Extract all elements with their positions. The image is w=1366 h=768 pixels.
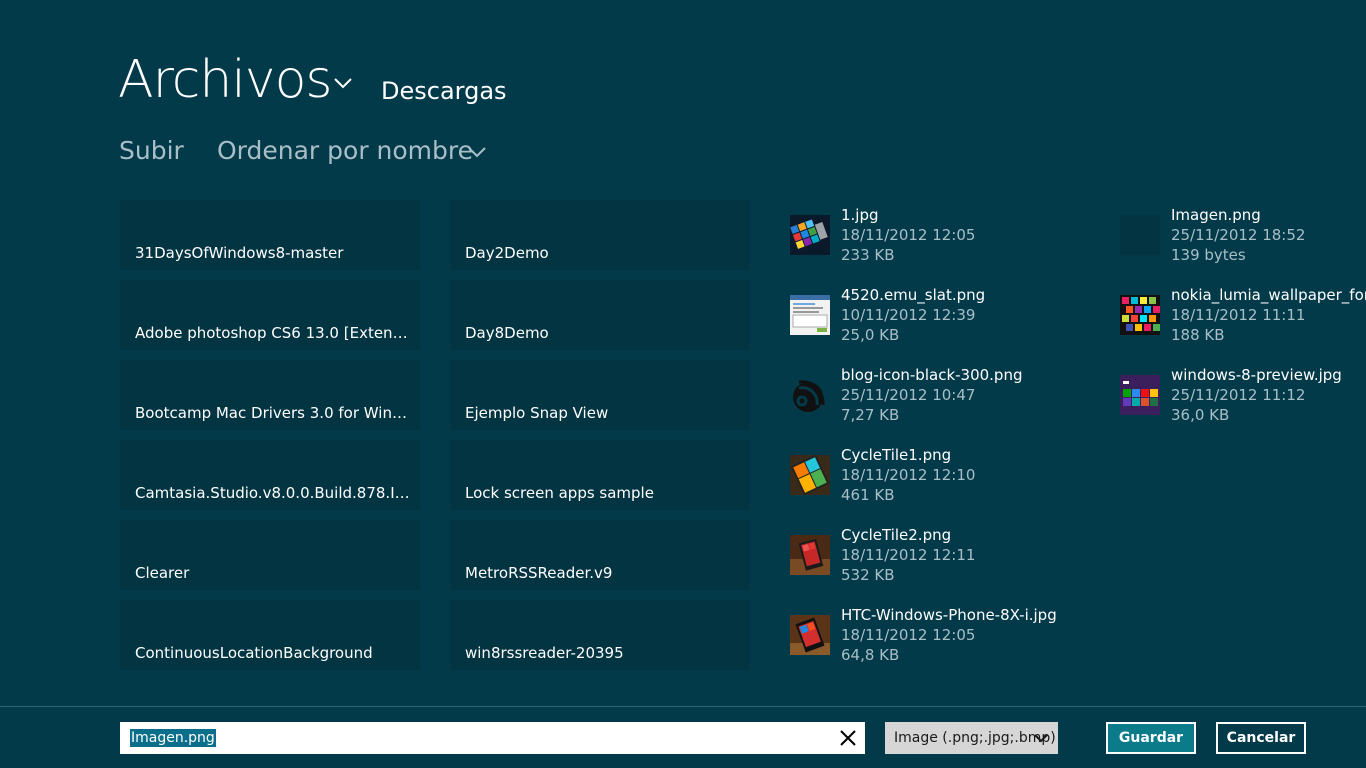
folder-tile[interactable]: Ejemplo Snap View (450, 360, 750, 430)
file-item[interactable]: blog-icon-black-300.png 25/11/2012 10:47… (790, 365, 1030, 429)
file-name: CycleTile2.png (841, 526, 952, 544)
folder-tile[interactable]: Camtasia.Studio.v8.0.0.Build.878.Incl.Ke… (120, 440, 420, 510)
file-name: CycleTile1.png (841, 446, 952, 464)
image-thumbnail (1120, 295, 1160, 335)
filetype-selected-value: Image (.png;.jpg;.bmp) (894, 730, 1056, 746)
file-item[interactable]: nokia_lumia_wallpaper_for_wp 18/11/2012 … (1120, 285, 1366, 349)
folder-name: MetroRSSReader.v9 (465, 564, 613, 582)
folder-tile[interactable]: Adobe photoshop CS6 13.0 [Extended x8... (120, 280, 420, 350)
file-size: 532 KB (841, 566, 895, 584)
folder-name: ContinuousLocationBackground (135, 644, 373, 662)
file-date: 18/11/2012 12:11 (841, 546, 976, 564)
chevron-down-icon[interactable] (333, 76, 353, 90)
folder-tile[interactable]: Bootcamp Mac Drivers 3.0 for Windows (120, 360, 420, 430)
go-up-link[interactable]: Subir (119, 136, 184, 166)
file-name: blog-icon-black-300.png (841, 366, 1023, 384)
file-name: 1.jpg (841, 206, 879, 224)
file-name: Imagen.png (1171, 206, 1261, 224)
file-date: 25/11/2012 11:12 (1171, 386, 1306, 404)
image-thumbnail (790, 215, 830, 255)
image-thumbnail (790, 455, 830, 495)
folder-tile[interactable]: Day2Demo (450, 200, 750, 270)
folder-name: Bootcamp Mac Drivers 3.0 for Windows (135, 404, 410, 422)
file-name: 4520.emu_slat.png (841, 286, 986, 304)
chevron-down-icon[interactable] (467, 145, 487, 159)
file-date: 18/11/2012 12:05 (841, 226, 976, 244)
save-button[interactable]: Guardar (1106, 722, 1196, 754)
file-item[interactable]: CycleTile2.png 18/11/2012 12:11 532 KB (790, 525, 1030, 589)
image-thumbnail (790, 535, 830, 575)
folder-name: Ejemplo Snap View (465, 404, 609, 422)
file-date: 25/11/2012 18:52 (1171, 226, 1306, 244)
folder-tile[interactable]: 31DaysOfWindows8-master (120, 200, 420, 270)
folder-name: Day8Demo (465, 324, 549, 342)
footer-divider (0, 706, 1366, 707)
folder-name: Day2Demo (465, 244, 549, 262)
folder-tile[interactable]: win8rssreader-20395 (450, 600, 750, 670)
file-item[interactable]: 1.jpg 18/11/2012 12:05 233 KB (790, 205, 1030, 269)
folder-tile[interactable]: MetroRSSReader.v9 (450, 520, 750, 590)
filename-value[interactable]: Imagen.png (130, 729, 216, 747)
file-item[interactable]: 4520.emu_slat.png 10/11/2012 12:39 25,0 … (790, 285, 1030, 349)
file-item[interactable]: windows-8-preview.jpg 25/11/2012 11:12 3… (1120, 365, 1360, 429)
filename-input[interactable]: Imagen.png (120, 722, 865, 754)
file-item[interactable]: CycleTile1.png 18/11/2012 12:10 461 KB (790, 445, 1030, 509)
close-icon[interactable] (839, 729, 857, 747)
folder-name: Clearer (135, 564, 190, 582)
cancel-button[interactable]: Cancelar (1216, 722, 1306, 754)
file-item[interactable]: HTC-Windows-Phone-8X-i.jpg 18/11/2012 12… (790, 605, 1057, 669)
file-size: 139 bytes (1171, 246, 1246, 264)
folder-tile[interactable]: Lock screen apps sample (450, 440, 750, 510)
folder-name: Lock screen apps sample (465, 484, 654, 502)
folder-tile[interactable]: ContinuousLocationBackground (120, 600, 420, 670)
file-size: 7,27 KB (841, 406, 900, 424)
file-size: 233 KB (841, 246, 895, 264)
image-thumbnail (790, 615, 830, 655)
file-date: 18/11/2012 12:05 (841, 626, 976, 644)
file-item[interactable]: Imagen.png 25/11/2012 18:52 139 bytes (1120, 205, 1360, 269)
image-thumbnail (1120, 375, 1160, 415)
file-date: 10/11/2012 12:39 (841, 306, 976, 324)
folder-name: win8rssreader-20395 (465, 644, 624, 662)
file-date: 18/11/2012 11:11 (1171, 306, 1306, 324)
current-location: Descargas (381, 77, 507, 105)
file-name: nokia_lumia_wallpaper_for_wp (1171, 286, 1366, 304)
file-size: 188 KB (1171, 326, 1225, 344)
image-thumbnail (790, 375, 830, 415)
file-name: HTC-Windows-Phone-8X-i.jpg (841, 606, 1057, 624)
file-size: 461 KB (841, 486, 895, 504)
file-size: 64,8 KB (841, 646, 900, 664)
page-title[interactable]: Archivos (118, 50, 332, 110)
image-thumbnail (790, 295, 830, 335)
file-date: 18/11/2012 12:10 (841, 466, 976, 484)
filetype-select[interactable]: Image (.png;.jpg;.bmp) (885, 722, 1058, 754)
folder-name: 31DaysOfWindows8-master (135, 244, 344, 262)
folder-name: Camtasia.Studio.v8.0.0.Build.878.Incl.Ke… (135, 484, 410, 502)
chevron-down-icon (1034, 734, 1048, 743)
image-thumbnail (1120, 215, 1160, 255)
file-name: windows-8-preview.jpg (1171, 366, 1342, 384)
sort-dropdown[interactable]: Ordenar por nombre (217, 136, 473, 166)
folder-tile[interactable]: Day8Demo (450, 280, 750, 350)
folder-name: Adobe photoshop CS6 13.0 [Extended x8... (135, 324, 410, 342)
folder-tile[interactable]: Clearer (120, 520, 420, 590)
file-size: 25,0 KB (841, 326, 900, 344)
file-date: 25/11/2012 10:47 (841, 386, 976, 404)
file-size: 36,0 KB (1171, 406, 1230, 424)
